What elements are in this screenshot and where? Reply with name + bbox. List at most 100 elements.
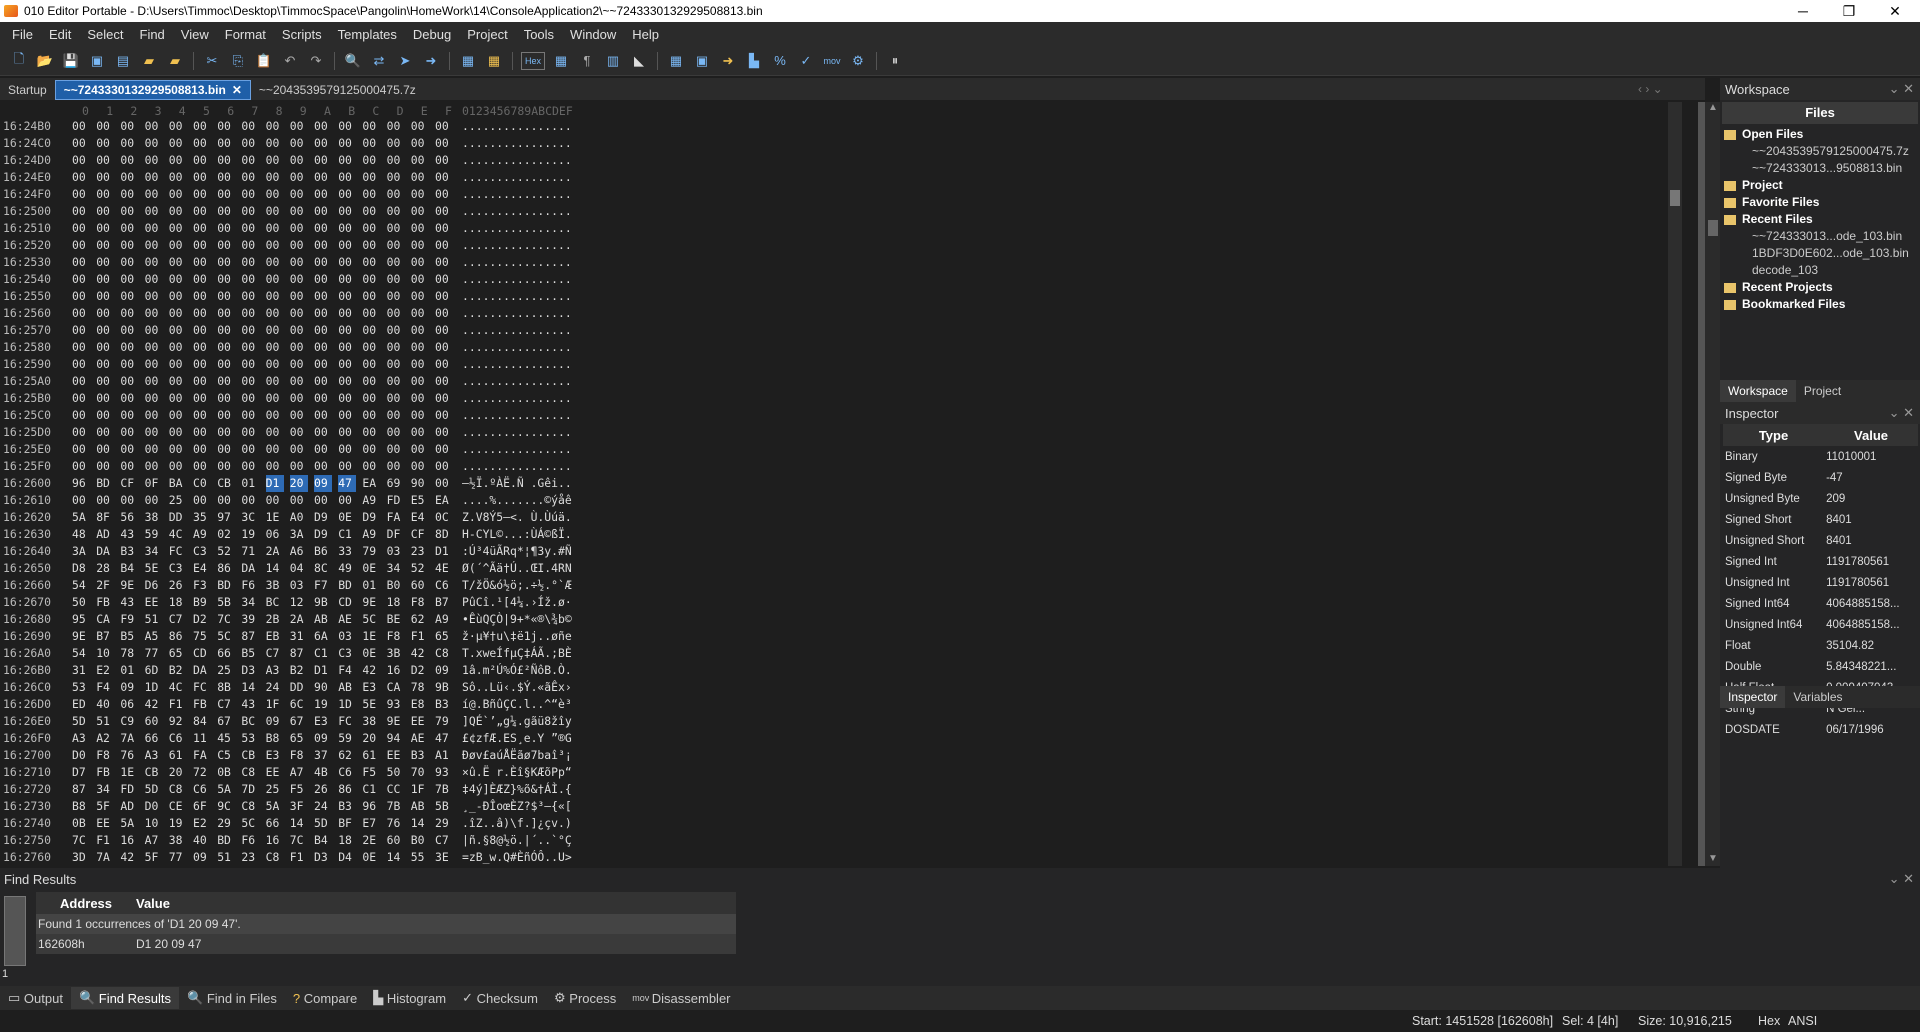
hex-byte[interactable]: 00 xyxy=(266,458,284,475)
hex-row[interactable]: 16:25D0 00 00 00 00 00 00 00 00 00 00 00 00 00 00 00 00.… xyxy=(0,424,1685,441)
hex-byte[interactable]: 00 xyxy=(169,135,187,152)
hex-byte[interactable]: 8F xyxy=(96,509,114,526)
hex-byte[interactable]: 00 xyxy=(96,169,114,186)
hex-row[interactable]: 16:24F0 00 00 00 00 00 00 00 00 00 00 00 00 00 00 00 00.… xyxy=(0,186,1685,203)
hex-byte[interactable]: 76 xyxy=(120,747,138,764)
hex-byte[interactable]: 00 xyxy=(120,458,138,475)
hex-byte[interactable]: CB xyxy=(241,747,259,764)
hex-byte[interactable]: 7C xyxy=(217,611,235,628)
hex-byte[interactable]: 00 xyxy=(217,339,235,356)
tab-process[interactable]: ⚙ Process xyxy=(546,987,624,1009)
hex-byte[interactable]: 47 xyxy=(338,475,357,492)
hex-byte[interactable]: B2 xyxy=(169,662,187,679)
hex-byte[interactable]: 14 xyxy=(241,679,259,696)
tab-active-bin[interactable]: ~~7243330132929508813.bin ✕ xyxy=(54,80,251,100)
hex-byte[interactable]: D3 xyxy=(241,662,259,679)
hex-byte[interactable]: 00 xyxy=(120,305,138,322)
hex-byte[interactable]: 65 xyxy=(435,628,453,645)
hex-byte[interactable]: 00 xyxy=(290,237,308,254)
hex-byte[interactable]: 53 xyxy=(72,679,90,696)
hex-byte[interactable]: E3 xyxy=(266,747,284,764)
inspector-value[interactable]: 06/17/1996 xyxy=(1824,719,1918,740)
hex-byte[interactable]: 00 xyxy=(193,118,211,135)
hex-byte[interactable]: 00 xyxy=(290,135,308,152)
hex-byte[interactable]: 5C xyxy=(217,628,235,645)
tab-7z[interactable]: ~~2043539579125000475.7z xyxy=(251,80,424,100)
find-side-button[interactable] xyxy=(4,896,26,966)
hex-byte[interactable]: 00 xyxy=(290,356,308,373)
hex-byte[interactable]: A9 xyxy=(362,526,380,543)
hex-byte[interactable]: FC xyxy=(338,713,356,730)
hex-byte[interactable]: 2E xyxy=(362,832,380,849)
hex-byte[interactable]: 00 xyxy=(387,288,405,305)
hex-row[interactable]: 16:25C0 00 00 00 00 00 00 00 00 00 00 00 00 00 00 00 00.… xyxy=(0,407,1685,424)
hex-byte[interactable]: DA xyxy=(96,543,114,560)
hex-byte[interactable]: C1 xyxy=(314,645,332,662)
hex-byte[interactable]: 00 xyxy=(266,186,284,203)
hex-row[interactable]: 16:2500 00 00 00 00 00 00 00 00 00 00 00 00 00 00 00 00.… xyxy=(0,203,1685,220)
hex-byte[interactable]: B3 xyxy=(338,798,356,815)
hex-byte[interactable]: 59 xyxy=(338,730,356,747)
hex-row[interactable]: 16:25F0 00 00 00 00 00 00 00 00 00 00 00 00 00 00 00 00.… xyxy=(0,458,1685,475)
hex-byte[interactable]: 00 xyxy=(411,254,429,271)
menu-find[interactable]: Find xyxy=(132,27,173,42)
hex-ascii[interactable]: ×û.Ë r.Èî§KÆõPp“ xyxy=(462,764,572,781)
hex-byte[interactable]: 14 xyxy=(411,815,429,832)
hex-byte[interactable]: 00 xyxy=(266,305,284,322)
hex-byte[interactable]: 00 xyxy=(217,271,235,288)
hex-byte[interactable]: F8 xyxy=(387,628,405,645)
hex-byte[interactable]: 18 xyxy=(169,594,187,611)
hex-byte[interactable]: 00 xyxy=(338,492,356,509)
hex-byte[interactable]: 00 xyxy=(435,288,453,305)
hex-row[interactable]: 16:2590 00 00 00 00 00 00 00 00 00 00 00 00 00 00 00 00.… xyxy=(0,356,1685,373)
hex-byte[interactable]: 00 xyxy=(96,237,114,254)
hex-byte[interactable]: 90 xyxy=(314,679,332,696)
hex-byte[interactable]: 00 xyxy=(120,220,138,237)
hex-byte[interactable]: 00 xyxy=(96,390,114,407)
hex-byte[interactable]: 00 xyxy=(290,458,308,475)
hex-row[interactable]: 16:26F0 A3 A2 7A 66 C6 11 45 53 B8 65 09 59 20 94 AE 47 £… xyxy=(0,730,1685,747)
hex-byte[interactable]: 00 xyxy=(411,424,429,441)
hex-byte[interactable]: 00 xyxy=(314,441,332,458)
hex-byte[interactable]: 5F xyxy=(96,798,114,815)
hex-ascii[interactable]: ................ xyxy=(462,203,572,220)
hex-byte[interactable]: 00 xyxy=(145,118,163,135)
hex-byte[interactable]: A6 xyxy=(290,543,308,560)
hex-byte[interactable]: 00 xyxy=(169,186,187,203)
hex-byte[interactable]: 00 xyxy=(435,390,453,407)
hex-byte[interactable]: 00 xyxy=(387,441,405,458)
hex-byte[interactable]: 00 xyxy=(217,424,235,441)
hex-byte[interactable]: 00 xyxy=(193,203,211,220)
hex-byte[interactable]: CC xyxy=(387,781,405,798)
hex-byte[interactable]: 00 xyxy=(435,322,453,339)
hex-ascii[interactable]: Ðøv£aúÅËãø7baî³¡ xyxy=(462,747,572,764)
hex-byte[interactable]: 00 xyxy=(290,305,308,322)
maximize-button[interactable]: ❐ xyxy=(1826,0,1872,22)
hex-byte[interactable]: 26 xyxy=(314,781,332,798)
minimize-button[interactable]: ─ xyxy=(1780,0,1826,22)
hex-byte[interactable]: F9 xyxy=(120,611,138,628)
hex-byte[interactable]: 50 xyxy=(72,594,90,611)
hex-byte[interactable]: 00 xyxy=(411,237,429,254)
hex-byte[interactable]: 1D xyxy=(145,679,163,696)
hex-byte[interactable]: 00 xyxy=(338,169,356,186)
hex-byte[interactable]: C3 xyxy=(193,543,211,560)
hex-byte[interactable]: 00 xyxy=(290,288,308,305)
hex-byte[interactable]: 00 xyxy=(338,407,356,424)
hex-byte[interactable]: 00 xyxy=(362,271,380,288)
hex-byte[interactable]: 00 xyxy=(169,373,187,390)
tab-variables[interactable]: Variables xyxy=(1785,686,1850,708)
tab-checksum[interactable]: ✓ Checksum xyxy=(454,987,546,1009)
hex-byte[interactable]: 9B xyxy=(435,679,453,696)
hex-byte[interactable]: 56 xyxy=(120,509,138,526)
hex-byte[interactable]: 00 xyxy=(362,186,380,203)
hex-byte[interactable]: 00 xyxy=(241,339,259,356)
hex-row[interactable]: 16:26E0 5D 51 C9 60 92 84 67 BC 09 67 E3 FC 38 9E EE 79]… xyxy=(0,713,1685,730)
hex-byte[interactable]: 5B xyxy=(217,594,235,611)
hex-byte[interactable]: 28 xyxy=(96,560,114,577)
pause-icon[interactable]: ⏸ xyxy=(885,52,905,70)
hex-byte[interactable]: 00 xyxy=(314,407,332,424)
hex-byte[interactable]: C7 xyxy=(266,645,284,662)
insert-icon[interactable]: ▣ xyxy=(692,52,712,70)
hex-byte[interactable]: 00 xyxy=(241,118,259,135)
